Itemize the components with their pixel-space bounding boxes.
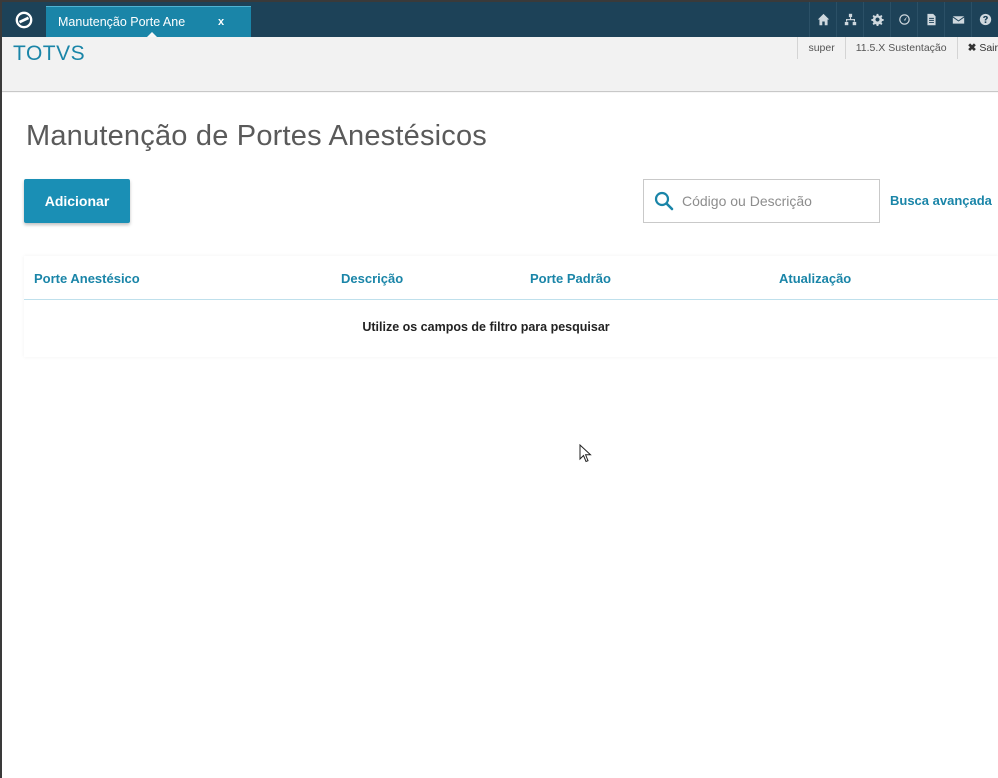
empty-state-text: Utilize os campos de filtro para pesquis… (362, 320, 610, 334)
menu-logo-button[interactable] (2, 2, 46, 37)
logout-label: Sair (979, 42, 998, 54)
document-icon (926, 13, 936, 26)
top-navigation-bar: Manutenção Porte Ane x (2, 2, 998, 38)
results-table: Porte Anestésico Descrição Porte Padrão … (24, 256, 998, 357)
tab-close-button[interactable]: x (218, 16, 224, 28)
search-input[interactable] (682, 193, 862, 209)
settings-button[interactable] (863, 2, 890, 37)
help-button[interactable] (971, 2, 998, 37)
close-icon: ✖ (967, 42, 980, 54)
mouse-cursor-icon (579, 444, 592, 463)
advanced-search-link[interactable]: Busca avançada (890, 193, 992, 208)
sitemap-icon (844, 13, 856, 26)
tab-label: Manutenção Porte Ane (58, 15, 186, 29)
user-info: super 11.5.X Sustentação ✖ Sair (797, 37, 998, 59)
mail-icon (952, 16, 964, 24)
top-icon-group (809, 2, 998, 37)
search-icon (654, 191, 674, 211)
dashboard-icon (898, 14, 910, 25)
app-window: Manutenção Porte Ane x TOTVS super 11.5.… (0, 0, 998, 778)
search-field[interactable] (643, 179, 880, 223)
username: super (797, 37, 844, 59)
logout-button[interactable]: ✖ Sair (956, 37, 998, 59)
sitemap-button[interactable] (836, 2, 863, 37)
dashboard-button[interactable] (890, 2, 917, 37)
main-content: Manutenção de Portes Anestésicos Adicion… (2, 93, 998, 778)
gear-icon (870, 13, 884, 26)
page-title: Manutenção de Portes Anestésicos (26, 120, 488, 152)
help-icon (979, 13, 991, 26)
brand-logo: TOTVS (13, 42, 86, 65)
documents-button[interactable] (917, 2, 944, 37)
home-icon (817, 13, 829, 26)
column-header-porte-anestesico[interactable]: Porte Anestésico (34, 271, 140, 286)
column-header-descricao[interactable]: Descrição (341, 271, 403, 286)
empty-state-message: Utilize os campos de filtro para pesquis… (24, 320, 998, 334)
tab-manutencao-porte[interactable]: Manutenção Porte Ane x (46, 6, 251, 38)
add-button[interactable]: Adicionar (24, 179, 130, 223)
column-header-atualizacao[interactable]: Atualização (779, 271, 851, 286)
totvs-logo-icon (15, 11, 33, 28)
column-header-porte-padrao[interactable]: Porte Padrão (530, 271, 611, 286)
home-button[interactable] (809, 2, 836, 37)
table-header: Porte Anestésico Descrição Porte Padrão … (24, 256, 998, 300)
environment-name: 11.5.X Sustentação (844, 37, 957, 59)
header-bar: TOTVS super 11.5.X Sustentação ✖ Sair (2, 37, 998, 92)
messages-button[interactable] (944, 2, 971, 37)
